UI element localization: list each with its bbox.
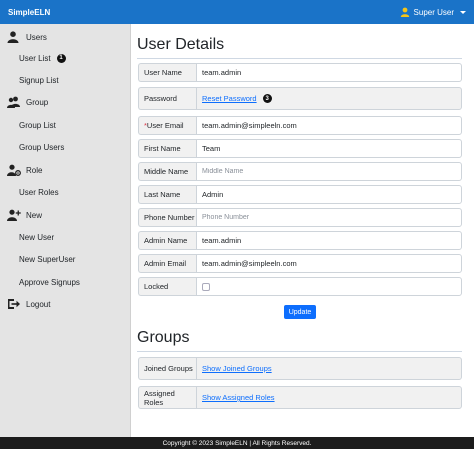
user-name-value: team.admin bbox=[196, 63, 462, 82]
sidebar-section-label: Role bbox=[26, 165, 43, 175]
heading-divider bbox=[137, 58, 462, 59]
top-navbar: SimpleELN Super User bbox=[0, 0, 474, 24]
field-label: Joined Groups bbox=[138, 357, 196, 380]
assigned-roles-row: Assigned Roles Show Assigned Roles bbox=[138, 386, 462, 409]
user-gear-icon bbox=[7, 164, 21, 176]
chevron-down-icon bbox=[460, 10, 466, 14]
admin-email-row: Admin Email team.admin@simpleeln.com bbox=[138, 254, 462, 273]
reset-password-link[interactable]: Reset Password bbox=[202, 94, 257, 103]
locked-row: Locked bbox=[138, 277, 462, 296]
phone-number-input[interactable] bbox=[202, 214, 461, 221]
user-icon bbox=[7, 31, 19, 43]
assigned-roles-value: Show Assigned Roles bbox=[196, 386, 462, 409]
field-label: Locked bbox=[138, 277, 196, 296]
sidebar-item-label: Approve Signups bbox=[19, 277, 80, 287]
sidebar-item-label: New SuperUser bbox=[19, 254, 76, 264]
main-content: User Details User Name team.admin Passwo… bbox=[131, 24, 474, 437]
user-email-field[interactable]: team.admin@simpleeln.com bbox=[196, 116, 462, 135]
user-icon bbox=[400, 7, 409, 17]
sidebar-section-group[interactable]: Group bbox=[0, 96, 130, 108]
field-label: Assigned Roles bbox=[138, 386, 196, 409]
groups-divider bbox=[137, 351, 462, 352]
field-label: Admin Email bbox=[138, 254, 196, 273]
update-button[interactable]: Update bbox=[284, 305, 316, 319]
show-joined-groups-link[interactable]: Show Joined Groups bbox=[202, 364, 272, 373]
sidebar-item-user-roles[interactable]: User Roles bbox=[0, 187, 130, 197]
user-plus-icon bbox=[7, 209, 21, 221]
user-menu-dropdown[interactable]: Super User bbox=[400, 7, 466, 17]
sidebar-item-label: Signup List bbox=[19, 75, 59, 85]
sidebar-section-label: Logout bbox=[26, 299, 51, 309]
show-assigned-roles-link[interactable]: Show Assigned Roles bbox=[202, 393, 275, 402]
field-label: Phone Number bbox=[138, 208, 196, 227]
user-name: Super User bbox=[413, 7, 454, 17]
middle-name-row: Middle Name bbox=[138, 162, 462, 181]
sidebar-section-label: Group bbox=[26, 97, 49, 107]
sidebar-item-approve-signups[interactable]: Approve Signups bbox=[0, 277, 130, 287]
joined-groups-row: Joined Groups Show Joined Groups bbox=[138, 357, 462, 380]
password-value: Reset Password 3 bbox=[196, 87, 462, 110]
first-name-field[interactable]: Team bbox=[196, 139, 462, 158]
brand-logo[interactable]: SimpleELN bbox=[8, 8, 50, 17]
sidebar-item-new-superuser[interactable]: New SuperUser bbox=[0, 254, 130, 264]
sidebar-item-group-list[interactable]: Group List bbox=[0, 120, 130, 130]
first-name-row: First Name Team bbox=[138, 139, 462, 158]
step-badge: 1 bbox=[56, 53, 66, 63]
password-row: Password Reset Password 3 bbox=[138, 87, 462, 110]
sidebar-section-new[interactable]: New bbox=[0, 209, 130, 221]
field-label: * User Email bbox=[138, 116, 196, 135]
sidebar-item-label: Group Users bbox=[19, 142, 65, 152]
sidebar-item-group-users[interactable]: Group Users bbox=[0, 142, 130, 152]
sidebar-item-label: User Roles bbox=[19, 187, 59, 197]
sidebar-section-label: Users bbox=[26, 32, 47, 42]
user-email-row: * User Email team.admin@simpleeln.com bbox=[138, 116, 462, 135]
joined-groups-value: Show Joined Groups bbox=[196, 357, 462, 380]
sidebar: Users User List 1 Signup List Group Grou… bbox=[0, 24, 131, 437]
sidebar-item-label: User List bbox=[19, 53, 51, 63]
users-group-icon bbox=[7, 96, 20, 108]
field-label: Admin Name bbox=[138, 231, 196, 250]
sidebar-section-label: New bbox=[26, 210, 43, 220]
field-label: User Name bbox=[138, 63, 196, 82]
admin-name-value: team.admin bbox=[196, 231, 462, 250]
groups-title: Groups bbox=[137, 329, 190, 346]
logout-icon bbox=[8, 299, 20, 309]
phone-number-row: Phone Number bbox=[138, 208, 462, 227]
sidebar-item-signup-list[interactable]: Signup List bbox=[0, 75, 130, 85]
copyright-text: Copyright © 2023 SimpleELN | All Rights … bbox=[162, 439, 312, 447]
sidebar-section-role[interactable]: Role bbox=[0, 164, 130, 176]
admin-name-row: Admin Name team.admin bbox=[138, 231, 462, 250]
sidebar-item-logout[interactable]: Logout bbox=[0, 299, 130, 309]
footer: Copyright © 2023 SimpleELN | All Rights … bbox=[0, 437, 474, 449]
locked-checkbox[interactable] bbox=[202, 282, 210, 291]
field-label: Last Name bbox=[138, 185, 196, 204]
field-label: Middle Name bbox=[138, 162, 196, 181]
locked-value bbox=[196, 277, 462, 296]
field-label: First Name bbox=[138, 139, 196, 158]
step-badge: 3 bbox=[262, 94, 272, 103]
last-name-field[interactable]: Admin bbox=[196, 185, 462, 204]
last-name-row: Last Name Admin bbox=[138, 185, 462, 204]
page-title: User Details bbox=[137, 36, 225, 53]
user-name-row: User Name team.admin bbox=[138, 63, 462, 82]
admin-email-value: team.admin@simpleeln.com bbox=[196, 254, 462, 273]
sidebar-item-new-user[interactable]: New User bbox=[0, 232, 130, 242]
sidebar-section-users[interactable]: Users bbox=[0, 31, 130, 43]
field-label: Password bbox=[138, 87, 196, 110]
phone-number-field[interactable] bbox=[196, 208, 462, 227]
sidebar-item-label: Group List bbox=[19, 120, 56, 130]
middle-name-field[interactable] bbox=[196, 162, 462, 181]
sidebar-item-user-list[interactable]: User List 1 bbox=[0, 53, 130, 63]
middle-name-input[interactable] bbox=[202, 168, 461, 175]
sidebar-item-label: New User bbox=[19, 232, 55, 242]
